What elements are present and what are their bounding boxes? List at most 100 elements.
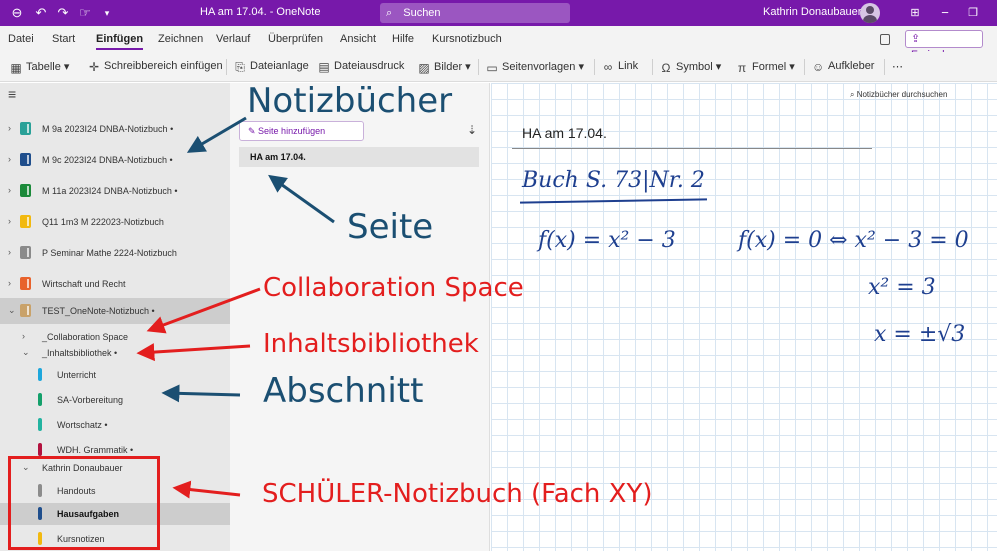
section-color-tab xyxy=(38,393,42,406)
section-item[interactable]: Wortschatz • xyxy=(0,414,230,436)
chevron-right-icon[interactable]: › xyxy=(22,331,25,341)
formula-button[interactable]: π Formel ▾ xyxy=(736,60,795,74)
tab-ueberpruefen[interactable]: Überprüfen xyxy=(268,33,323,45)
tab-einfuegen[interactable]: Einfügen xyxy=(96,33,144,50)
notebook-item[interactable]: › Q11 1m3 M 222023-Notizbuch xyxy=(0,209,230,235)
section-color-tab xyxy=(38,443,42,456)
notebook-search-placeholder: Notizbücher durchsuchen xyxy=(856,90,948,99)
notebook-icon xyxy=(20,184,31,197)
page-templates-button[interactable]: ▭ Seitenvorlagen ▾ xyxy=(486,60,584,74)
notebook-label: Wirtschaft und Recht xyxy=(42,279,126,289)
notebook-icon xyxy=(20,246,31,259)
redo-icon[interactable]: ↷ xyxy=(54,4,72,22)
chevron-right-icon[interactable]: › xyxy=(8,247,11,257)
paperclip-icon: ⎘ xyxy=(235,60,245,74)
smiley-icon: ☺ xyxy=(812,60,825,74)
sticker-label: Aufkleber xyxy=(828,60,875,72)
ink-step-2: x = ±√3 xyxy=(874,322,966,347)
insert-space-button[interactable]: ✛ Schreibbereich einfügen xyxy=(88,60,223,73)
page-item[interactable]: HA am 17.04. xyxy=(239,147,479,167)
user-name[interactable]: Kathrin Donaubauer xyxy=(763,6,861,18)
undo-icon[interactable]: ↶ xyxy=(32,4,50,22)
chevron-right-icon[interactable]: › xyxy=(8,123,11,133)
notebook-item[interactable]: ⌄ TEST_OneNote-Notizbuch • xyxy=(0,298,230,324)
pictures-label: Bilder xyxy=(434,61,463,73)
tab-ansicht[interactable]: Ansicht xyxy=(340,33,376,45)
notebook-icon xyxy=(20,304,31,317)
table-button[interactable]: ▦ Tabelle ▾ xyxy=(10,60,69,74)
section-label: Wortschatz • xyxy=(57,420,108,430)
notebook-icon xyxy=(20,277,31,290)
page-title[interactable]: HA am 17.04. xyxy=(522,125,607,141)
section-color-tab xyxy=(38,368,42,381)
chevron-right-icon[interactable]: › xyxy=(8,185,11,195)
table-icon: ▦ xyxy=(10,61,22,75)
share-button[interactable]: ⇪ Freigeben▾ xyxy=(905,30,983,61)
section-group-label: _Collaboration Space xyxy=(42,332,129,342)
notebook-icon xyxy=(20,153,31,166)
notebook-item[interactable]: › M 9a 2023I24 DNBA-Notizbuch • xyxy=(0,116,230,142)
notebook-label: TEST_OneNote-Notizbuch • xyxy=(42,306,155,316)
attachment-button[interactable]: ⎘ Dateianlage xyxy=(234,60,309,73)
link-icon: ∞ xyxy=(603,60,613,74)
symbol-label: Symbol xyxy=(676,61,713,73)
printout-button[interactable]: ▤ Dateiausdruck xyxy=(318,60,404,73)
avatar[interactable] xyxy=(860,3,880,23)
notebook-label: M 11a 2023I24 DNBA-Notizbuch • xyxy=(42,186,178,196)
link-button[interactable]: ∞ Link xyxy=(602,60,638,73)
notebook-view-icon[interactable] xyxy=(880,34,890,45)
chevron-right-icon[interactable]: › xyxy=(8,216,11,226)
title-search-placeholder: Suchen xyxy=(403,7,441,19)
tab-kursnotizbuch[interactable]: Kursnotizbuch xyxy=(432,33,502,45)
chevron-down-icon[interactable]: ⌄ xyxy=(8,305,16,316)
pictures-button[interactable]: ▨ Bilder ▾ xyxy=(418,60,470,74)
insert-space-label: Schreibbereich einfügen xyxy=(104,60,223,72)
back-icon[interactable]: ⊖ xyxy=(8,4,26,22)
insert-space-icon: ✛ xyxy=(88,60,100,74)
ink-equation: f(x) = 0 ⇔ x² − 3 = 0 xyxy=(738,228,969,253)
notebook-item[interactable]: › M 11a 2023I24 DNBA-Notizbuch • xyxy=(0,178,230,204)
ribbon-divider xyxy=(804,59,805,75)
chevron-right-icon[interactable]: › xyxy=(8,278,11,288)
quick-access-dropdown-icon[interactable]: ▾ xyxy=(98,4,116,22)
section-group-label: _Inhaltsbibliothek • xyxy=(42,348,118,358)
window-title: HA am 17.04. - OneNote xyxy=(200,6,321,18)
restore-layout-icon[interactable]: ⊞ xyxy=(906,4,924,22)
touch-mode-icon[interactable]: ☞ xyxy=(76,4,94,22)
chevron-right-icon[interactable]: › xyxy=(8,154,11,164)
ink-function: f(x) = x² − 3 xyxy=(538,228,676,253)
minimize-icon[interactable]: − xyxy=(936,4,954,22)
label-notizbuecher: Notizbücher xyxy=(247,81,453,121)
sort-pages-icon[interactable]: ⇣ xyxy=(467,123,477,137)
notebook-search[interactable]: ⌕ Notizbücher durchsuchen xyxy=(850,90,947,100)
notebook-item[interactable]: › Wirtschaft und Recht xyxy=(0,271,230,297)
menu-bar: Datei Start Einfügen Zeichnen Verlauf Üb… xyxy=(0,26,997,61)
notebook-item[interactable]: › M 9c 2023I24 DNBA-Notizbuch • xyxy=(0,147,230,173)
section-group-item[interactable]: ⌄ _Inhaltsbibliothek • xyxy=(0,342,230,364)
tab-datei[interactable]: Datei xyxy=(8,33,34,45)
more-options-button[interactable]: ⋯ xyxy=(892,60,903,73)
tab-start[interactable]: Start xyxy=(52,33,75,45)
attachment-label: Dateianlage xyxy=(250,60,309,72)
symbol-button[interactable]: Ω Symbol ▾ xyxy=(660,60,722,75)
restore-icon[interactable]: ❐ xyxy=(964,4,982,22)
section-item[interactable]: Unterricht xyxy=(0,364,230,386)
title-bar: ⊖ ↶ ↷ ☞ ▾ HA am 17.04. - OneNote ⌕ Suche… xyxy=(0,0,997,26)
template-icon: ▭ xyxy=(486,61,498,75)
tab-hilfe[interactable]: Hilfe xyxy=(392,33,414,45)
search-icon: ⌕ xyxy=(850,90,857,99)
omega-icon: Ω xyxy=(661,61,671,75)
notebook-item[interactable]: › P Seminar Mathe 2224-Notizbuch xyxy=(0,240,230,266)
formula-label: Formel xyxy=(752,61,787,73)
section-item[interactable]: SA-Vorbereitung xyxy=(0,389,230,411)
add-page-button[interactable]: ✎ Seite hinzufügen xyxy=(239,121,364,141)
printout-label: Dateiausdruck xyxy=(334,60,405,72)
notebook-label: P Seminar Mathe 2224-Notizbuch xyxy=(42,248,177,258)
hamburger-menu-icon[interactable]: ≡ xyxy=(8,86,16,102)
tab-zeichnen[interactable]: Zeichnen xyxy=(158,33,203,45)
add-page-label: Seite hinzufügen xyxy=(258,126,326,136)
title-search-box[interactable]: ⌕ Suchen xyxy=(380,3,570,23)
sticker-button[interactable]: ☺ Aufkleber xyxy=(812,60,874,73)
tab-verlauf[interactable]: Verlauf xyxy=(216,33,250,45)
chevron-down-icon[interactable]: ⌄ xyxy=(22,347,30,358)
